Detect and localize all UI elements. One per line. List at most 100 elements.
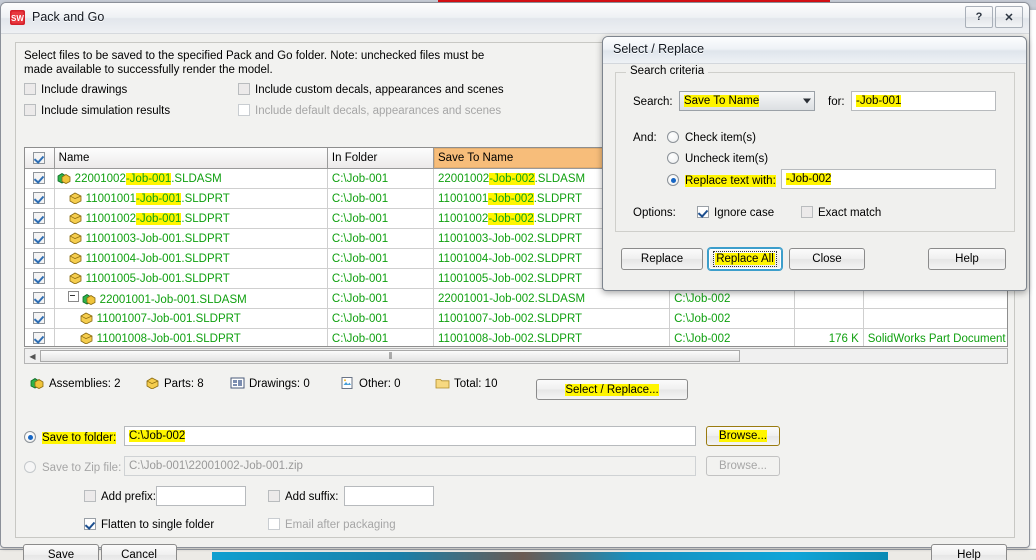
row-checkbox[interactable] [33, 332, 46, 344]
for-label: for: [828, 96, 845, 108]
replace-all-button[interactable]: Replace All [708, 248, 782, 270]
cell-save-to-name[interactable]: 11001008-Job-002.SLDPRT [433, 328, 671, 346]
uncheck-items-radio[interactable]: Uncheck item(s) [667, 152, 768, 165]
part-icon [68, 192, 83, 205]
footer-help-button[interactable]: Help [931, 544, 1007, 560]
replace-text-with-radio[interactable]: Replace text with: [667, 174, 776, 187]
row-checkbox[interactable] [33, 232, 46, 244]
cancel-button[interactable]: Cancel [101, 544, 177, 560]
save-to-folder-input[interactable]: C:\Job-002 [124, 426, 696, 446]
checkbox-box [84, 518, 96, 530]
row-checkbox[interactable] [33, 312, 46, 324]
row-checkbox-cell[interactable] [25, 328, 55, 346]
cell-type [863, 288, 1007, 309]
browse-folder-button[interactable]: Browse... [706, 426, 780, 446]
close-button[interactable]: Close [789, 248, 865, 270]
scroll-left-arrow[interactable]: ◀ [25, 349, 40, 363]
select-all-checkbox[interactable] [33, 151, 46, 164]
checkbox-box [24, 104, 36, 116]
ignore-case-checkbox[interactable]: Ignore case [697, 206, 774, 219]
cell-save-to-folder[interactable]: C:\Job-002 [669, 308, 795, 329]
status-total: Total: 10 [435, 377, 497, 390]
status-parts-label: Parts: 8 [164, 378, 204, 390]
part-icon [68, 212, 83, 225]
exact-match-checkbox[interactable]: Exact match [801, 206, 881, 219]
footer-help-label: Help [957, 549, 981, 560]
status-assemblies: Assemblies: 2 [30, 377, 121, 390]
add-prefix-input[interactable] [156, 486, 246, 506]
browse-zip-label: Browse... [719, 460, 767, 472]
save-to-zip-label: Save to Zip file: [42, 462, 122, 474]
include-drawings-checkbox[interactable]: Include drawings [24, 83, 127, 96]
replace-text-input[interactable]: -Job-002 [781, 169, 996, 189]
check-items-radio[interactable]: Check item(s) [667, 131, 756, 144]
row-checkbox[interactable] [33, 212, 46, 224]
background-blue-shape [212, 552, 888, 560]
svg-text:SW: SW [11, 14, 24, 23]
checkbox-box [238, 83, 250, 95]
search-criteria-title: Search criteria [626, 65, 709, 77]
row-checkbox-cell[interactable] [25, 288, 55, 309]
tree-collapse-icon[interactable] [67, 291, 79, 302]
add-prefix-checkbox[interactable]: Add prefix: [84, 490, 156, 503]
row-checkbox[interactable] [33, 252, 46, 264]
column-header-name[interactable]: Name [54, 148, 328, 169]
row-checkbox-cell[interactable] [25, 188, 55, 209]
status-assemblies-label: Assemblies: 2 [49, 378, 121, 390]
checkbox-box [697, 206, 709, 218]
row-checkbox-cell[interactable] [25, 248, 55, 269]
row-checkbox-cell[interactable] [25, 208, 55, 229]
select-all-header[interactable] [25, 148, 55, 169]
save-to-zip-radio[interactable]: Save to Zip file: [24, 461, 121, 474]
search-for-value: -Job-001 [856, 95, 902, 107]
include-custom-decals-checkbox[interactable]: Include custom decals, appearances and s… [238, 83, 504, 96]
include-simulation-results-checkbox[interactable]: Include simulation results [24, 104, 170, 117]
cell-in-folder: C:\Job-001 [327, 268, 435, 289]
add-prefix-label: Add prefix: [101, 491, 156, 503]
row-checkbox[interactable] [33, 292, 46, 304]
row-checkbox[interactable] [33, 272, 46, 284]
table-row[interactable]: 11001008-Job-001.SLDPRT C:\Job-001 1100100… [25, 328, 1007, 346]
email-after-packaging-checkbox: Email after packaging [268, 518, 396, 531]
row-checkbox-cell[interactable] [25, 168, 55, 189]
checkbox-box [238, 104, 250, 116]
scrollbar-thumb[interactable] [40, 350, 740, 362]
cell-save-to-name[interactable]: 11001007-Job-002.SLDPRT [433, 308, 671, 329]
include-default-decals-label: Include default decals, appearances and … [255, 105, 502, 117]
search-field-dropdown[interactable]: Save To Name [679, 91, 815, 111]
column-header-in-folder[interactable]: In Folder [327, 148, 435, 169]
and-label: And: [633, 132, 657, 144]
solidworks-icon: SW [9, 9, 26, 26]
select-replace-button[interactable]: Select / Replace... [536, 379, 688, 400]
save-to-folder-radio[interactable]: Save to folder: [24, 431, 117, 444]
table-row[interactable]: 22001001-Job-001.SLDASM C:\Job-001 2200100… [25, 288, 1007, 309]
file-list-horizontal-scrollbar[interactable]: ◀ [24, 348, 1008, 364]
row-checkbox[interactable] [33, 172, 46, 184]
row-checkbox[interactable] [33, 192, 46, 204]
select-replace-help-button[interactable]: Help [928, 248, 1006, 270]
cell-save-to-folder[interactable]: C:\Job-002 [669, 328, 795, 346]
close-icon-button[interactable]: ✕ [995, 6, 1023, 28]
cell-name: 11001002-Job-001.SLDPRT [54, 208, 328, 229]
select-replace-help-label: Help [955, 253, 979, 265]
search-for-input[interactable]: -Job-001 [851, 91, 996, 111]
cell-save-to-folder[interactable]: C:\Job-002 [669, 288, 795, 309]
part-icon [79, 312, 94, 325]
email-label: Email after packaging [285, 519, 396, 531]
cell-save-to-name[interactable]: 22001001-Job-002.SLDASM [433, 288, 671, 309]
browse-zip-button: Browse... [706, 456, 780, 476]
include-simulation-results-label: Include simulation results [41, 105, 171, 117]
save-button[interactable]: Save [23, 544, 99, 560]
radio-button [24, 461, 36, 473]
help-icon-button[interactable]: ? [965, 6, 993, 28]
add-suffix-checkbox[interactable]: Add suffix: [268, 490, 339, 503]
replace-button[interactable]: Replace [621, 248, 703, 270]
row-checkbox-cell[interactable] [25, 228, 55, 249]
table-row[interactable]: 11001007-Job-001.SLDPRT C:\Job-001 1100100… [25, 308, 1007, 329]
flatten-to-single-folder-checkbox[interactable]: Flatten to single folder [84, 518, 214, 531]
add-suffix-input[interactable] [344, 486, 434, 506]
row-checkbox-cell[interactable] [25, 308, 55, 329]
save-to-zip-input: C:\Job-001\22001002-Job-001.zip [124, 456, 696, 476]
status-parts: Parts: 8 [145, 377, 204, 390]
row-checkbox-cell[interactable] [25, 268, 55, 289]
